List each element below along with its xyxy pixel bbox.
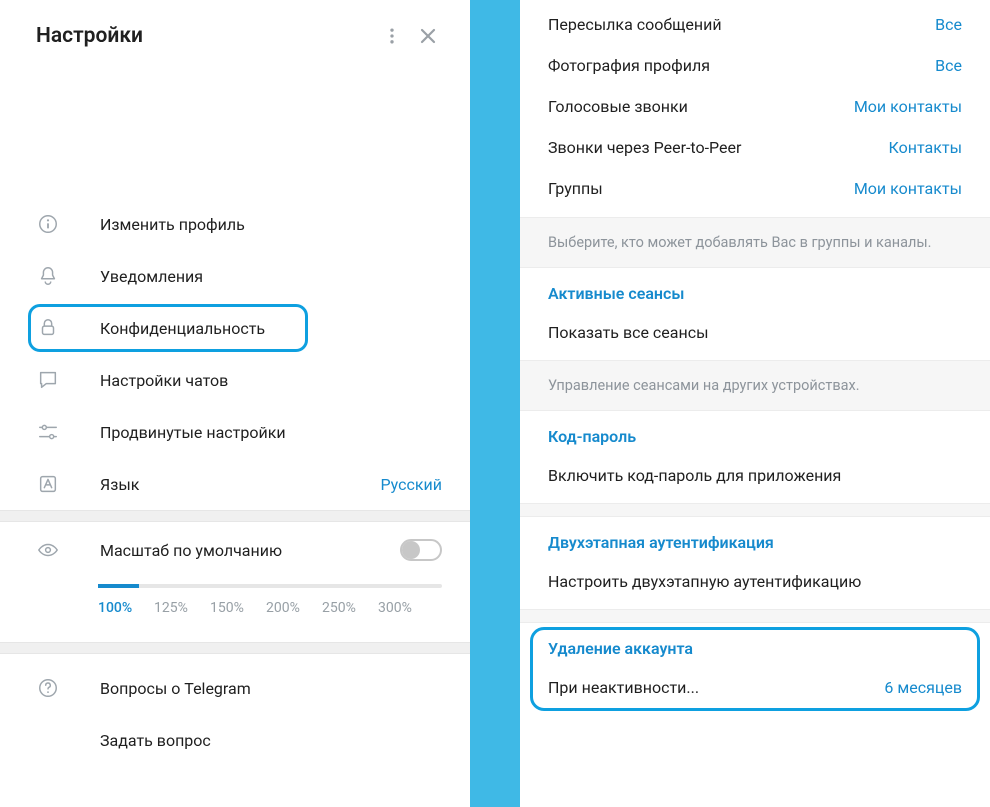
close-icon — [420, 28, 436, 44]
twostep-title: Двухэтапная аутентификация — [548, 533, 962, 552]
privacy-forwarding[interactable]: Пересылка сообщений Все — [520, 4, 990, 45]
row-label: Пересылка сообщений — [548, 15, 935, 34]
help-label: Вопросы о Telegram — [100, 679, 251, 698]
chat-icon — [36, 368, 60, 392]
settings-title: Настройки — [36, 24, 374, 48]
eye-icon — [36, 538, 60, 562]
toggle-knob — [402, 541, 420, 559]
help-section: Вопросы о Telegram Задать вопрос — [0, 654, 470, 774]
close-button[interactable] — [410, 18, 446, 54]
scale-tick-150[interactable]: 150% — [210, 600, 266, 616]
passcode-divider — [520, 503, 990, 517]
scale-tick-300[interactable]: 300% — [378, 600, 434, 616]
scale-slider-fill — [98, 584, 139, 588]
sessions-note: Управление сеансами на других устройства… — [520, 360, 990, 411]
language-icon — [36, 472, 60, 496]
row-label: Звонки через Peer-to-Peer — [548, 138, 889, 157]
deletion-section: Удаление аккаунта — [520, 623, 990, 666]
action-label: Настроить двухэтапную аутентификацию — [548, 572, 962, 591]
panel-gap — [470, 0, 520, 807]
divider — [0, 510, 470, 522]
settings-panel: Настройки Изменить профиль Уведомления К… — [0, 0, 470, 807]
divider — [0, 642, 470, 654]
deletion-if-inactive[interactable]: При неактивности... 6 месяцев — [520, 666, 990, 709]
menu-chat-settings[interactable]: Настройки чатов — [0, 354, 470, 406]
action-label: При неактивности... — [548, 678, 884, 697]
menu-advanced[interactable]: Продвинутые настройки — [0, 406, 470, 458]
menu-privacy[interactable]: Конфиденциальность — [0, 302, 470, 354]
sessions-section: Активные сеансы — [520, 268, 990, 311]
privacy-list: Пересылка сообщений Все Фотография профи… — [520, 0, 990, 217]
sliders-icon — [36, 420, 60, 444]
action-label: Включить код-пароль для приложения — [548, 466, 962, 485]
row-label: Фотография профиля — [548, 56, 935, 75]
menu-language[interactable]: Язык Русский — [0, 458, 470, 510]
help-label: Задать вопрос — [100, 731, 211, 750]
deletion-title: Удаление аккаунта — [548, 639, 962, 658]
passcode-title: Код-пароль — [548, 427, 962, 446]
settings-menu: Изменить профиль Уведомления Конфиденциа… — [0, 198, 470, 510]
scale-tick-200[interactable]: 200% — [266, 600, 322, 616]
row-value: Мои контакты — [854, 179, 962, 198]
lock-icon — [36, 316, 60, 340]
info-icon — [36, 212, 60, 236]
passcode-section: Код-пароль — [520, 411, 990, 454]
scale-label: Масштаб по умолчанию — [100, 541, 400, 560]
row-value: Все — [935, 56, 962, 75]
settings-header: Настройки — [0, 0, 470, 68]
dots-vertical-icon — [382, 26, 402, 46]
privacy-note: Выберите, кто может добавлять Вас в груп… — [520, 217, 990, 268]
menu-edit-profile[interactable]: Изменить профиль — [0, 198, 470, 250]
menu-label: Изменить профиль — [100, 215, 442, 234]
action-label: Показать все сеансы — [548, 323, 962, 342]
passcode-enable[interactable]: Включить код-пароль для приложения — [520, 454, 990, 503]
privacy-profile-photo[interactable]: Фотография профиля Все — [520, 45, 990, 86]
menu-label: Конфиденциальность — [100, 319, 442, 338]
help-faq[interactable]: Вопросы о Telegram — [0, 662, 470, 714]
menu-notifications[interactable]: Уведомления — [0, 250, 470, 302]
privacy-voice-calls[interactable]: Голосовые звонки Мои контакты — [520, 86, 990, 127]
menu-label: Настройки чатов — [100, 371, 442, 390]
sessions-title: Активные сеансы — [548, 284, 962, 303]
menu-value: Русский — [380, 475, 442, 494]
row-value: Мои контакты — [854, 97, 962, 116]
more-button[interactable] — [374, 18, 410, 54]
scale-ticks: 100% 125% 150% 200% 250% 300% — [98, 600, 442, 616]
privacy-panel: Пересылка сообщений Все Фотография профи… — [520, 0, 990, 807]
bell-icon — [36, 264, 60, 288]
twostep-divider — [520, 609, 990, 623]
scale-tick-100[interactable]: 100% — [98, 600, 154, 616]
row-label: Голосовые звонки — [548, 97, 854, 116]
scale-slider[interactable] — [98, 584, 442, 588]
sessions-show-all[interactable]: Показать все сеансы — [520, 311, 990, 360]
menu-label: Продвинутые настройки — [100, 423, 442, 442]
scale-tick-250[interactable]: 250% — [322, 600, 378, 616]
scale-section: Масштаб по умолчанию 100% 125% 150% 200%… — [0, 522, 470, 626]
action-value: 6 месяцев — [884, 678, 962, 697]
twostep-configure[interactable]: Настроить двухэтапную аутентификацию — [520, 560, 990, 609]
scale-tick-125[interactable]: 125% — [154, 600, 210, 616]
menu-label: Язык — [100, 475, 380, 494]
privacy-groups[interactable]: Группы Мои контакты — [520, 168, 990, 209]
twostep-section: Двухэтапная аутентификация — [520, 517, 990, 560]
menu-label: Уведомления — [100, 267, 442, 286]
profile-area — [0, 68, 470, 198]
question-icon — [36, 676, 60, 700]
row-label: Группы — [548, 179, 854, 198]
row-value: Все — [935, 15, 962, 34]
row-value: Контакты — [889, 138, 962, 157]
privacy-p2p-calls[interactable]: Звонки через Peer-to-Peer Контакты — [520, 127, 990, 168]
help-ask[interactable]: Задать вопрос — [0, 714, 470, 766]
scale-toggle[interactable] — [400, 539, 442, 561]
